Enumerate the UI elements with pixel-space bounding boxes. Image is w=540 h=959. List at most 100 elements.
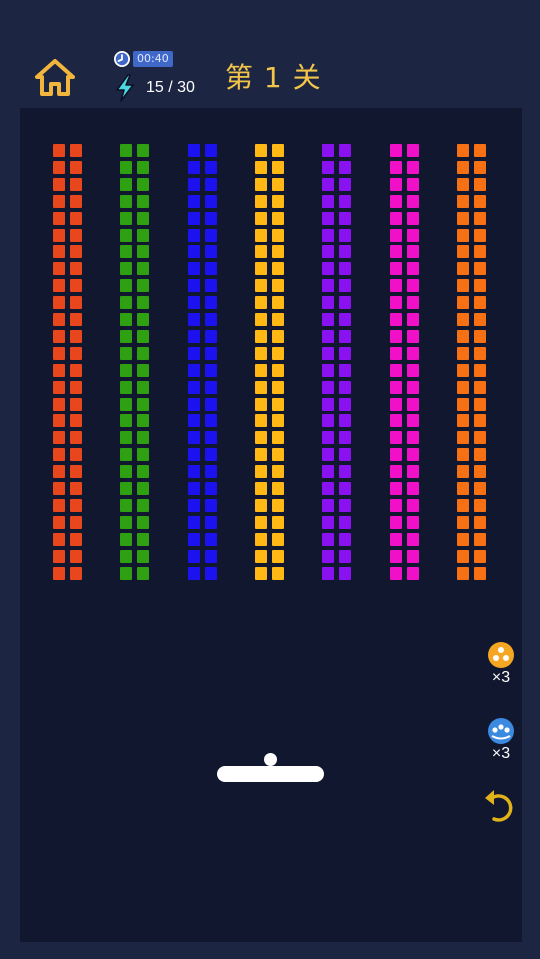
brick xyxy=(473,194,486,208)
brick xyxy=(70,296,82,310)
brick xyxy=(254,414,267,428)
brick xyxy=(322,211,335,225)
brick xyxy=(120,414,133,428)
brick xyxy=(137,245,150,259)
brick xyxy=(389,482,402,495)
brick xyxy=(271,532,284,546)
paddle[interactable] xyxy=(217,766,324,782)
brick xyxy=(271,431,284,445)
brick xyxy=(456,346,469,360)
brick xyxy=(322,482,335,495)
brick xyxy=(187,177,200,191)
brick xyxy=(271,498,284,512)
brick xyxy=(204,329,217,343)
brick xyxy=(137,498,150,512)
powerup-multi[interactable]: ×3 xyxy=(484,717,518,763)
brick xyxy=(137,262,150,276)
brick xyxy=(137,482,150,495)
brick xyxy=(254,144,267,157)
brick xyxy=(187,211,200,225)
brick xyxy=(120,448,133,462)
brick xyxy=(339,549,352,563)
brick xyxy=(70,262,82,276)
brick xyxy=(120,380,133,394)
brick xyxy=(271,194,284,208)
brick xyxy=(271,363,284,377)
brick xyxy=(406,313,419,326)
brick xyxy=(473,177,486,191)
clock-icon xyxy=(114,51,130,67)
brick xyxy=(456,549,469,563)
brick xyxy=(271,465,284,479)
brick xyxy=(271,177,284,191)
brick xyxy=(70,549,82,563)
home-button[interactable] xyxy=(34,58,76,98)
brick xyxy=(473,431,486,445)
brick xyxy=(137,296,150,310)
brick xyxy=(137,515,150,529)
brick xyxy=(339,296,352,310)
brick xyxy=(120,245,133,259)
brick xyxy=(187,262,200,276)
brick xyxy=(322,245,335,259)
brick xyxy=(254,397,267,411)
brick xyxy=(389,431,402,445)
brick xyxy=(456,448,469,462)
brick xyxy=(120,532,133,546)
brick xyxy=(389,329,402,343)
brick xyxy=(389,144,402,157)
brick xyxy=(204,465,217,479)
brick xyxy=(322,448,335,462)
brick xyxy=(389,245,402,259)
brick xyxy=(322,144,335,157)
game-board[interactable] xyxy=(20,108,522,942)
brick xyxy=(70,380,82,394)
brick xyxy=(456,380,469,394)
powerup-split[interactable]: ×3 xyxy=(484,641,518,687)
brick xyxy=(187,194,200,208)
brick xyxy=(406,465,419,479)
undo-button[interactable] xyxy=(482,786,518,826)
brick xyxy=(137,448,150,462)
brick xyxy=(473,380,486,394)
powerup-multi-count: ×3 xyxy=(491,745,511,762)
brick xyxy=(204,363,217,377)
brick xyxy=(456,532,469,546)
brick xyxy=(120,228,133,242)
brick xyxy=(204,313,217,326)
brick xyxy=(137,144,150,157)
brick xyxy=(187,380,200,394)
lightning-icon xyxy=(116,74,134,102)
brick xyxy=(456,211,469,225)
brick xyxy=(271,515,284,529)
brick xyxy=(456,329,469,343)
brick xyxy=(70,228,82,242)
brick xyxy=(53,313,65,326)
brick xyxy=(53,397,65,411)
brick xyxy=(389,160,402,174)
timer-value: 00:40 xyxy=(133,51,173,67)
brick xyxy=(456,245,469,259)
brick xyxy=(271,245,284,259)
brick xyxy=(137,194,150,208)
brick xyxy=(389,414,402,428)
brick xyxy=(120,296,133,310)
brick xyxy=(187,431,200,445)
brick xyxy=(120,279,133,293)
brick xyxy=(254,228,267,242)
brick xyxy=(254,549,267,563)
brick xyxy=(456,228,469,242)
brick xyxy=(53,363,65,377)
brick xyxy=(53,177,65,191)
brick xyxy=(406,566,419,580)
brick xyxy=(53,498,65,512)
brick xyxy=(456,296,469,310)
brick xyxy=(204,211,217,225)
brick xyxy=(389,177,402,191)
brick xyxy=(406,363,419,377)
brick xyxy=(204,414,217,428)
brick xyxy=(204,397,217,411)
brick xyxy=(187,329,200,343)
brick xyxy=(339,279,352,293)
brick xyxy=(322,397,335,411)
